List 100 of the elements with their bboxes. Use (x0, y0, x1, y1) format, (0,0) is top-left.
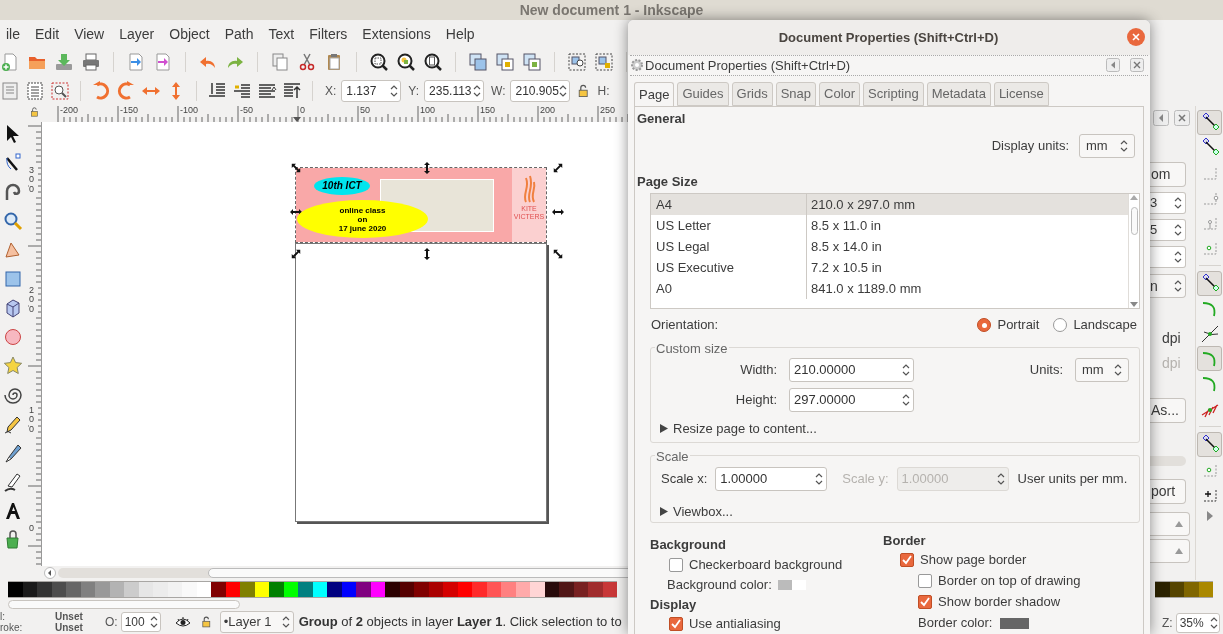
color-swatch[interactable] (559, 580, 574, 598)
spin-arrows-icon[interactable] (473, 84, 482, 98)
menu-item[interactable]: Text (268, 23, 295, 45)
clone-icon[interactable] (495, 52, 515, 72)
list-row[interactable]: A4 210.0 x 297.0 mm (651, 194, 1128, 215)
number-field[interactable]: 1.137 (341, 80, 402, 102)
ungroup-icon[interactable] (594, 52, 614, 72)
menu-item[interactable]: Filters (309, 23, 348, 45)
export-icon[interactable] (153, 52, 173, 72)
tab[interactable]: Metadata (926, 82, 991, 106)
snap-toggle[interactable] (1197, 346, 1222, 371)
spin-arrows-icon[interactable] (902, 363, 910, 377)
color-swatch[interactable] (472, 580, 487, 598)
color-swatch[interactable] (385, 580, 400, 598)
color-swatch[interactable] (8, 580, 23, 598)
spin-arrows-icon[interactable] (1174, 279, 1182, 293)
zoom-icon[interactable] (3, 211, 23, 231)
tab[interactable]: Scripting (863, 82, 924, 106)
color-swatch[interactable] (298, 580, 313, 598)
resize-handle[interactable] (552, 248, 564, 260)
spin-arrows-icon[interactable] (815, 472, 824, 486)
checkbox-indicator[interactable] (669, 616, 683, 631)
resize-handle[interactable] (552, 162, 564, 174)
calligraphy-icon[interactable] (3, 472, 23, 492)
rotate-right-icon[interactable] (116, 81, 136, 101)
import-icon[interactable] (126, 52, 146, 72)
expand-arrow-icon[interactable] (1205, 511, 1214, 521)
color-swatch[interactable] (1000, 617, 1030, 629)
menu-item[interactable]: Edit (35, 23, 60, 45)
color-swatch[interactable] (153, 580, 168, 598)
rotate-left-icon[interactable] (91, 81, 111, 101)
scissors-icon[interactable] (297, 52, 317, 72)
checkbox[interactable]: Show border shadow (918, 591, 1081, 612)
color-swatch[interactable] (414, 580, 429, 598)
snap-toggle[interactable] (1197, 271, 1222, 296)
zoom-selection-icon[interactable] (369, 52, 389, 72)
menu-item[interactable]: Object (169, 23, 210, 45)
menu-item[interactable]: Path (224, 23, 254, 45)
save-icon[interactable] (54, 52, 74, 72)
expander-label[interactable]: Resize page to content... (673, 419, 817, 439)
spin-arrows-icon[interactable] (1174, 196, 1182, 210)
spin-arrows-icon[interactable] (559, 84, 568, 98)
checkbox-indicator[interactable] (669, 557, 683, 572)
opacity-field[interactable]: 100 (120, 612, 161, 632)
deselect-icon[interactable] (50, 81, 70, 101)
checkbox[interactable]: Border on top of drawing (918, 570, 1081, 591)
spin-arrows-icon[interactable] (1120, 138, 1128, 153)
scroll-left-icon[interactable] (44, 567, 56, 579)
tab[interactable]: Guides (677, 82, 729, 106)
color-swatch[interactable] (37, 580, 52, 598)
radio-indicator[interactable] (977, 318, 992, 332)
unlink-clone-icon[interactable] (522, 52, 542, 72)
text-tool-icon[interactable] (3, 501, 23, 521)
button[interactable]: As... (1150, 398, 1186, 423)
color-swatch[interactable] (443, 580, 458, 598)
color-swatch[interactable] (1184, 580, 1199, 598)
spin-arrows-icon[interactable] (1174, 223, 1182, 237)
spiral-icon[interactable] (3, 385, 23, 405)
box-3d-icon[interactable] (3, 298, 23, 318)
tab[interactable]: Snap (775, 82, 816, 106)
scale-x-field[interactable]: 1.00000 (715, 467, 828, 491)
raise-icon[interactable] (257, 81, 277, 101)
caret-up-icon[interactable] (1175, 548, 1183, 554)
color-swatch[interactable] (95, 580, 110, 598)
checkbox[interactable]: Show page border (900, 550, 1081, 570)
layer-dropdown[interactable]: •Layer 1 (219, 611, 294, 633)
number-field[interactable] (1150, 246, 1186, 268)
menu-item[interactable]: Layer (119, 23, 155, 45)
checkbox-indicator[interactable] (918, 594, 932, 609)
pen-icon[interactable] (3, 443, 23, 463)
color-swatch[interactable] (211, 580, 226, 598)
pencil-icon[interactable] (3, 414, 23, 434)
color-swatch[interactable] (501, 580, 516, 598)
color-swatch[interactable] (777, 579, 806, 590)
expander-label[interactable]: Viewbox... (673, 502, 733, 522)
zoom-page-icon[interactable] (423, 52, 443, 72)
select-all-layers-icon[interactable] (25, 81, 45, 101)
color-swatch[interactable] (240, 580, 255, 598)
node-tool-icon[interactable] (3, 153, 23, 173)
spin-arrows-icon[interactable] (390, 84, 399, 98)
close-button[interactable] (1127, 28, 1145, 47)
units-dropdown[interactable]: mm (1075, 358, 1129, 382)
group-icon[interactable] (567, 52, 587, 72)
tab[interactable]: Color (819, 82, 861, 106)
height-field[interactable]: 297.00000 (789, 388, 914, 412)
tweak-icon[interactable] (3, 182, 23, 202)
raise-to-top-icon[interactable] (282, 81, 302, 101)
zoom-field[interactable]: 35% (1175, 613, 1220, 633)
button[interactable]: port (1150, 479, 1186, 504)
eye-icon[interactable] (174, 616, 191, 628)
checkbox[interactable]: Use antialiasing (669, 614, 883, 633)
duplicate-icon[interactable] (468, 52, 488, 72)
scrollbar-thumb[interactable] (1130, 207, 1138, 235)
resize-handle[interactable] (552, 206, 564, 218)
color-swatch[interactable] (530, 580, 545, 598)
spin-arrows-icon[interactable] (1174, 250, 1182, 264)
number-field[interactable]: 210.905 (510, 80, 571, 102)
spin-arrows-icon[interactable] (281, 615, 290, 629)
measure-icon[interactable] (3, 240, 23, 260)
checkbox-indicator[interactable] (918, 573, 932, 588)
